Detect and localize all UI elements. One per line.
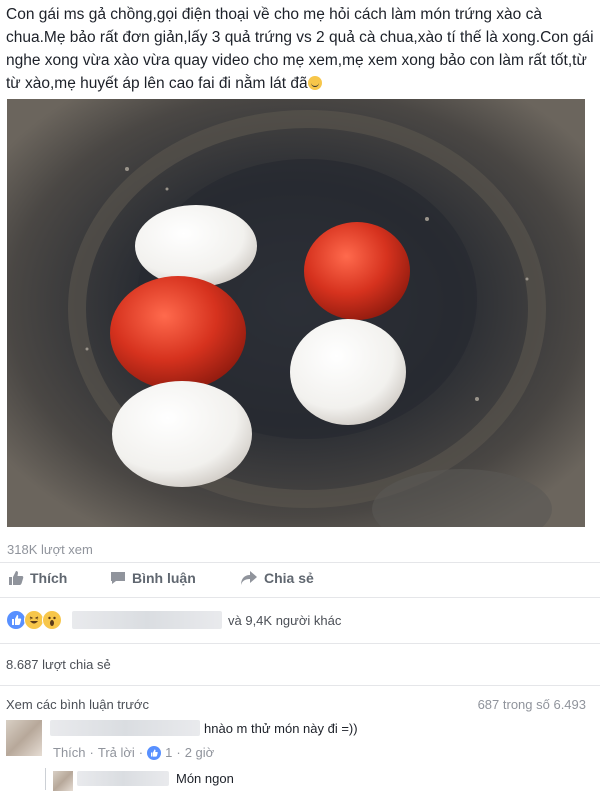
comment-text: hnào m thử món này đi =))	[204, 721, 358, 736]
comment-reply-link[interactable]: Trả lời	[98, 745, 135, 760]
smile-emoji-icon	[307, 76, 322, 90]
egg-3	[290, 319, 406, 425]
tomato-2	[304, 222, 410, 320]
avatar[interactable]	[6, 720, 42, 756]
video-frame	[7, 99, 585, 527]
comments-header: Xem các bình luận trước 687 trong số 6.4…	[6, 697, 594, 712]
share-button[interactable]: Chia sẻ	[240, 570, 314, 586]
comment-meta: Thích · Trả lời · 1 · 2 giờ	[53, 745, 214, 760]
blurred-name	[72, 611, 222, 629]
like-label: Thích	[30, 570, 68, 586]
egg-2	[112, 381, 252, 487]
reaction-others-link[interactable]: và 9,4K người khác	[228, 613, 341, 628]
post-body: Con gái ms gả chồng,gọi điện thoại về ch…	[6, 6, 594, 92]
view-previous-comments-link[interactable]: Xem các bình luận trước	[6, 697, 149, 712]
separator: ·	[176, 745, 181, 760]
comment-count: 687 trong số 6.493	[477, 697, 586, 712]
action-bar: Thích Bình luận Chia sẻ	[0, 566, 600, 594]
like-count-icon	[147, 745, 162, 760]
thumbs-up-icon	[9, 571, 24, 585]
view-count: 318K lượt xem	[7, 542, 93, 557]
reactions-row[interactable]: và 9,4K người khác	[6, 607, 596, 633]
like-button[interactable]: Thích	[8, 570, 67, 586]
share-label: Chia sẻ	[264, 570, 314, 586]
comment-like-count: 1	[165, 745, 173, 760]
reply-avatar[interactable]	[53, 771, 73, 791]
egg-1	[135, 205, 257, 287]
like-reaction-icon	[6, 610, 26, 630]
blurred-commenter-name[interactable]	[50, 720, 200, 736]
comment-label: Bình luận	[132, 570, 196, 586]
haha-reaction-icon	[24, 610, 44, 630]
share-arrow-icon	[241, 571, 257, 585]
reply-text: Món ngon	[176, 771, 234, 786]
divider	[0, 685, 600, 686]
post-text: Con gái ms gả chồng,gọi điện thoại về ch…	[6, 3, 596, 95]
comment-like-link[interactable]: Thích	[53, 745, 86, 760]
divider	[0, 597, 600, 598]
tomato-1	[110, 276, 246, 390]
comment-time[interactable]: 2 giờ	[185, 745, 215, 760]
video-player[interactable]	[7, 99, 585, 527]
separator: ·	[138, 745, 144, 760]
comment-icon	[111, 572, 125, 584]
separator: ·	[89, 745, 94, 760]
comment-button[interactable]: Bình luận	[110, 570, 196, 586]
divider	[0, 643, 600, 644]
divider	[0, 562, 600, 563]
blurred-reply-name[interactable]	[77, 771, 169, 786]
thread-line	[45, 768, 46, 790]
share-count[interactable]: 8.687 lượt chia sẻ	[6, 657, 111, 672]
wow-reaction-icon	[42, 610, 62, 630]
